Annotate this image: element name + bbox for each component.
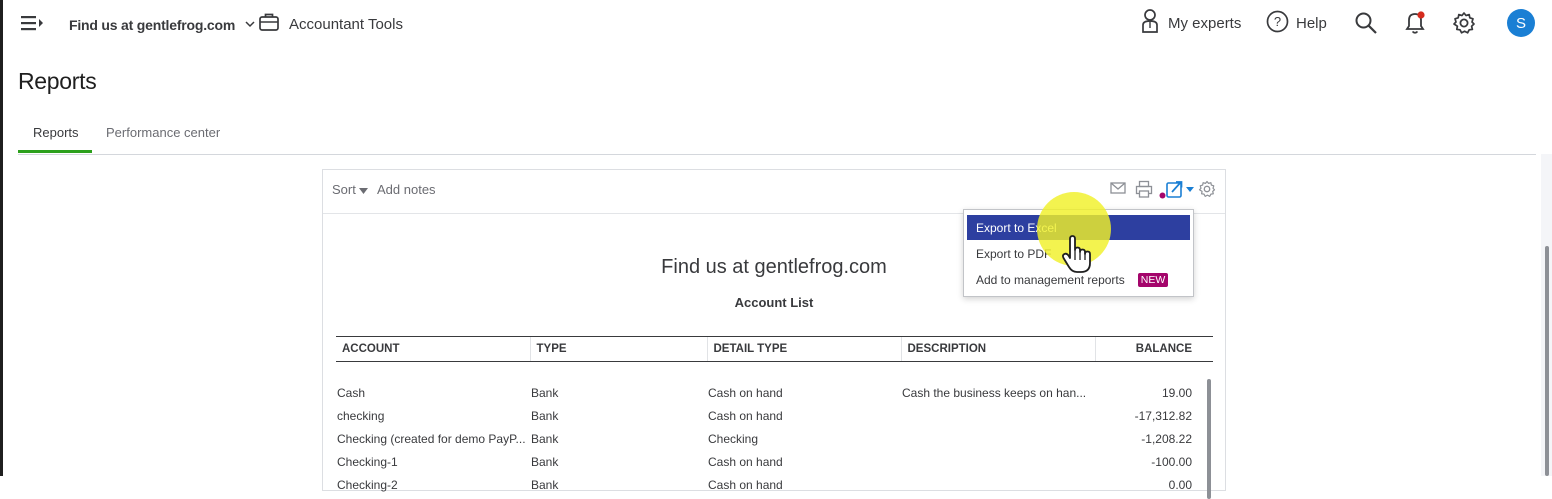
export-menu: Export to Excel Export to PDF Add to man… bbox=[963, 209, 1194, 297]
avatar-initial: S bbox=[1515, 14, 1526, 32]
export-to-excel-label: Export to Excel bbox=[976, 220, 1057, 235]
report-scrollbar-thumb[interactable] bbox=[1207, 379, 1211, 499]
my-experts-label: My experts bbox=[1168, 14, 1242, 32]
balance-cell[interactable]: -100.00 bbox=[1095, 450, 1213, 473]
report-toolbar: Sort Add notes bbox=[323, 170, 1225, 214]
user-avatar[interactable]: S bbox=[1507, 9, 1535, 37]
new-badge: NEW bbox=[1137, 272, 1169, 287]
export-indicator-dot bbox=[1159, 186, 1166, 204]
detail-type-cell: Cash on hand bbox=[708, 477, 783, 492]
help-circle-icon: ? bbox=[1266, 10, 1289, 37]
my-experts-button[interactable]: My experts bbox=[1140, 9, 1241, 37]
accountant-tools-label: Accountant Tools bbox=[289, 15, 403, 33]
help-label: Help bbox=[1296, 14, 1327, 32]
page-tabs: Reports Performance center bbox=[18, 118, 1536, 155]
table-row[interactable]: Cash Bank Cash on hand Cash the business… bbox=[336, 362, 1213, 405]
left-edge bbox=[0, 0, 3, 476]
caret-down-icon bbox=[359, 182, 369, 197]
balance-cell[interactable]: 19.00 bbox=[1095, 362, 1213, 405]
account-cell[interactable]: Checking (created for demo PayP... bbox=[336, 427, 530, 450]
account-cell[interactable]: checking bbox=[336, 404, 530, 427]
accountant-tools-button[interactable]: Accountant Tools bbox=[258, 12, 403, 36]
add-to-management-reports-item[interactable]: Add to management reports NEW bbox=[967, 267, 1190, 292]
expert-person-icon bbox=[1140, 8, 1160, 38]
help-button[interactable]: ? Help bbox=[1266, 9, 1327, 37]
detail-type-cell: Cash on hand bbox=[708, 385, 783, 400]
sort-button[interactable]: Sort bbox=[332, 182, 369, 197]
chevron-down-icon bbox=[245, 15, 255, 31]
column-header-balance[interactable]: BALANCE bbox=[1094, 336, 1213, 362]
page-scrollbar[interactable] bbox=[1541, 154, 1552, 476]
type-cell: Bank bbox=[531, 385, 559, 400]
column-header-detail-type[interactable]: DETAIL TYPE bbox=[706, 336, 901, 362]
email-icon[interactable] bbox=[1110, 180, 1126, 201]
export-icon[interactable] bbox=[1166, 179, 1196, 204]
type-cell: Bank bbox=[531, 454, 559, 469]
search-icon[interactable] bbox=[1354, 9, 1378, 37]
company-name: Find us at gentlefrog.com bbox=[69, 17, 236, 33]
page-scrollbar-thumb[interactable] bbox=[1545, 246, 1549, 476]
detail-type-cell: Cash on hand bbox=[708, 454, 783, 469]
company-switcher[interactable]: Find us at gentlefrog.com bbox=[69, 15, 255, 33]
export-to-pdf-label: Export to PDF bbox=[976, 246, 1052, 261]
tab-performance-center[interactable]: Performance center bbox=[106, 125, 220, 140]
svg-text:?: ? bbox=[1274, 14, 1281, 29]
print-icon[interactable] bbox=[1135, 180, 1153, 203]
column-header-account[interactable]: ACCOUNT bbox=[336, 336, 530, 362]
sort-label: Sort bbox=[332, 182, 356, 197]
table-row[interactable]: Checking-2 Bank Cash on hand 0.00 bbox=[336, 473, 1213, 496]
export-to-excel-item[interactable]: Export to Excel bbox=[967, 215, 1190, 240]
settings-gear-icon[interactable] bbox=[1452, 9, 1476, 37]
column-header-type[interactable]: TYPE bbox=[529, 336, 707, 362]
description-cell bbox=[901, 473, 1095, 496]
detail-type-cell: Cash on hand bbox=[708, 408, 783, 423]
account-list-table: ACCOUNT TYPE DETAIL TYPE DESCRIPTION BAL… bbox=[336, 336, 1213, 496]
description-cell bbox=[901, 404, 1095, 427]
add-to-management-reports-label: Add to management reports bbox=[976, 272, 1125, 287]
balance-cell[interactable]: -17,312.82 bbox=[1095, 404, 1213, 427]
column-header-description[interactable]: DESCRIPTION bbox=[900, 336, 1095, 362]
report-title: Account List bbox=[734, 295, 814, 310]
page-title: Reports bbox=[18, 68, 97, 94]
account-cell[interactable]: Checking-2 bbox=[336, 473, 530, 496]
balance-cell[interactable]: 0.00 bbox=[1095, 473, 1213, 496]
account-cell[interactable]: Cash bbox=[336, 362, 530, 405]
table-row[interactable]: Checking (created for demo PayP... Bank … bbox=[336, 427, 1213, 450]
add-notes-button[interactable]: Add notes bbox=[377, 182, 436, 197]
description-cell bbox=[901, 427, 1095, 450]
detail-type-cell: Checking bbox=[708, 431, 759, 446]
description-cell: Cash the business keeps on han... bbox=[902, 385, 1087, 400]
menu-collapse-icon[interactable] bbox=[20, 13, 44, 33]
account-cell[interactable]: Checking-1 bbox=[336, 450, 530, 473]
type-cell: Bank bbox=[531, 477, 559, 492]
export-to-pdf-item[interactable]: Export to PDF bbox=[967, 241, 1190, 266]
description-cell bbox=[901, 450, 1095, 473]
table-row[interactable]: Checking-1 Bank Cash on hand -100.00 bbox=[336, 450, 1213, 473]
top-header: Find us at gentlefrog.com Accountant Too… bbox=[0, 0, 1552, 48]
type-cell: Bank bbox=[531, 408, 559, 423]
tab-reports[interactable]: Reports bbox=[33, 125, 79, 140]
briefcase-icon bbox=[258, 11, 280, 37]
settings-gear-icon[interactable] bbox=[1198, 180, 1216, 203]
notifications-bell-icon[interactable] bbox=[1403, 9, 1427, 37]
table-header-row: ACCOUNT TYPE DETAIL TYPE DESCRIPTION BAL… bbox=[336, 336, 1213, 362]
table-row[interactable]: checking Bank Cash on hand -17,312.82 bbox=[336, 404, 1213, 427]
balance-cell[interactable]: -1,208.22 bbox=[1095, 427, 1213, 450]
type-cell: Bank bbox=[531, 431, 559, 446]
active-tab-indicator bbox=[18, 150, 92, 153]
